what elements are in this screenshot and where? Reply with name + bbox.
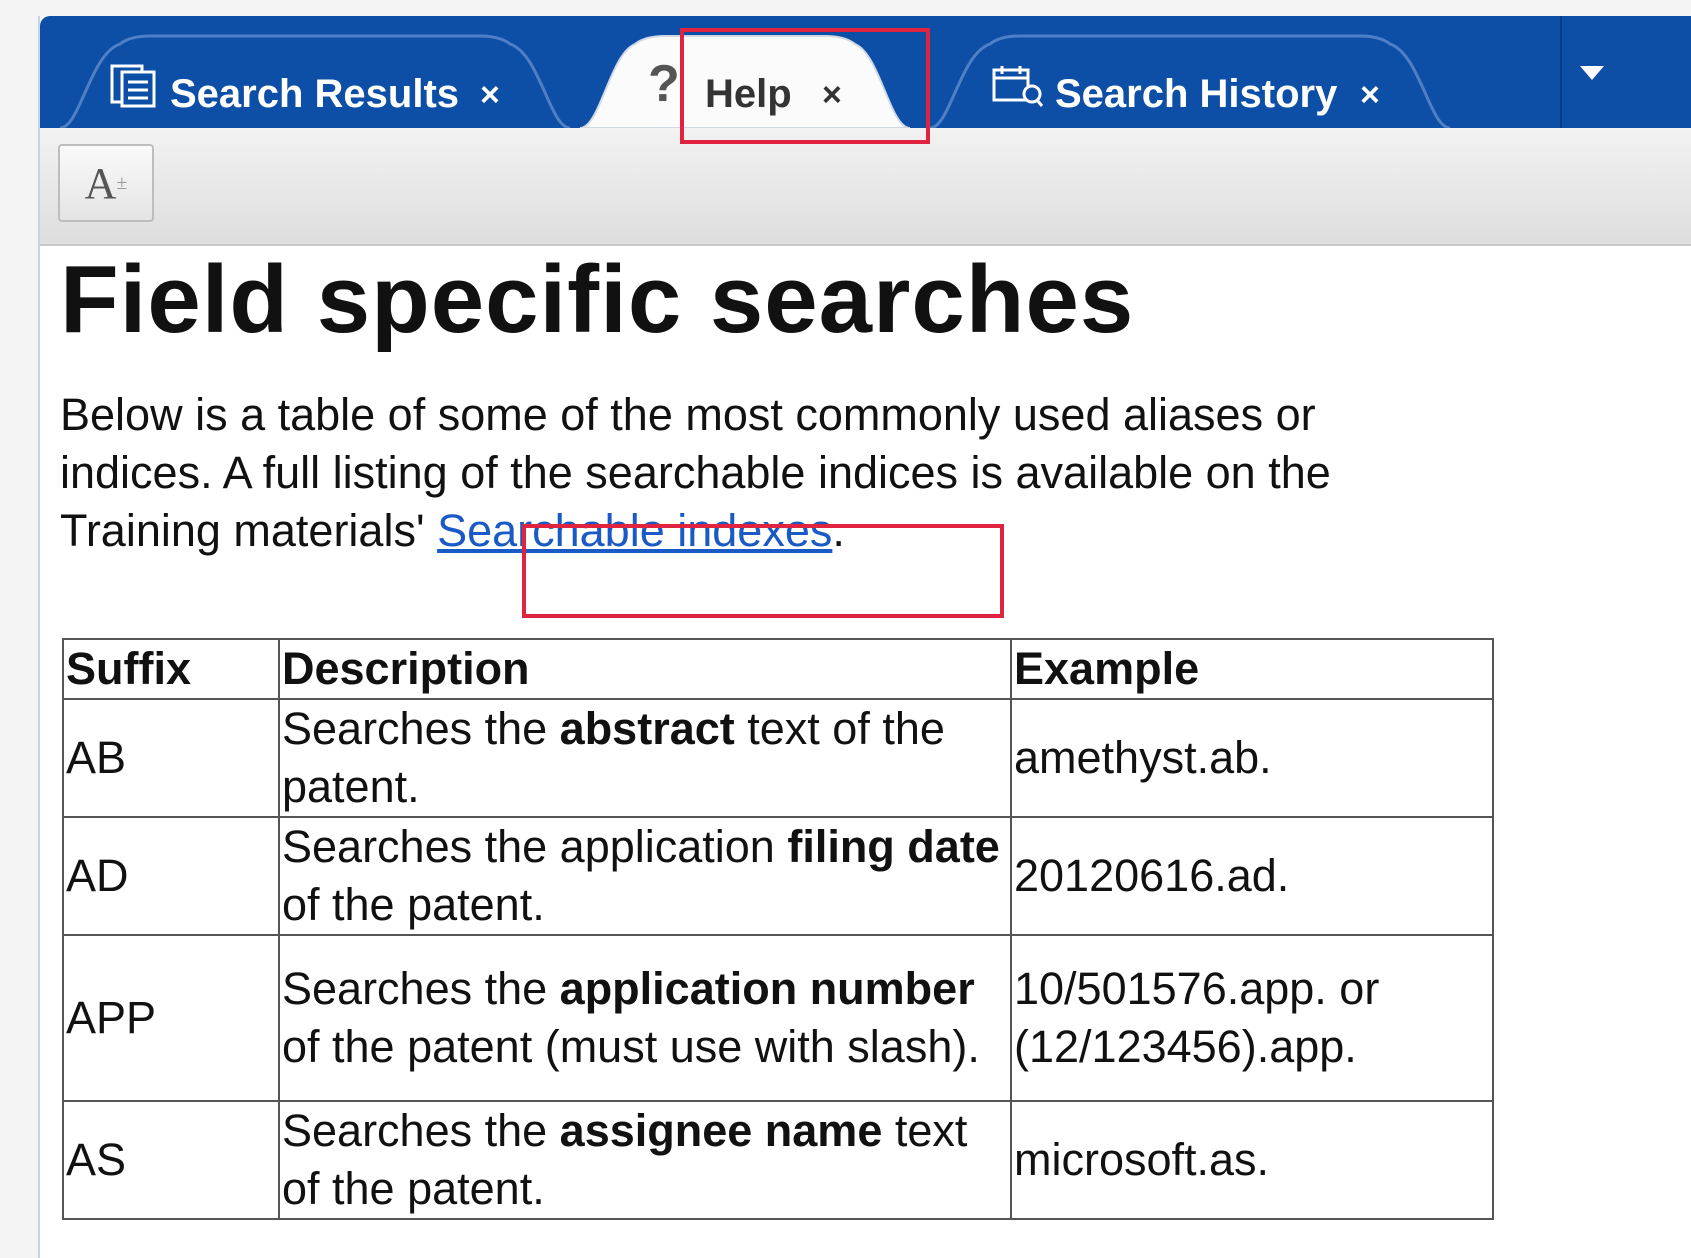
font-size-button[interactable]: A ± bbox=[58, 144, 154, 222]
tab-separator bbox=[1560, 16, 1562, 128]
tab-search-history[interactable]: Search History × bbox=[930, 34, 1450, 128]
description-cell: Searches the assignee name text of the p… bbox=[278, 1100, 1012, 1220]
table-header-row: Suffix Description Example bbox=[62, 638, 1494, 700]
intro-line-3: Training materials' bbox=[60, 505, 425, 556]
tab-label: Search Results bbox=[170, 72, 460, 116]
example-cell: 20120616.ad. bbox=[1010, 816, 1494, 936]
example-cell: 10/501576.app. or (12/123456).app. bbox=[1010, 934, 1494, 1102]
suffix-cell: APP bbox=[62, 934, 280, 1102]
aliases-table: Suffix Description Example AB Searches t… bbox=[62, 638, 1494, 1220]
tab-label: Search History bbox=[1055, 72, 1338, 116]
link-highlight bbox=[522, 524, 1004, 618]
suffix-cell: AS bbox=[62, 1100, 280, 1220]
description-cell: Searches the abstract text of the patent… bbox=[278, 698, 1012, 818]
tab-menu-chevron-down-icon[interactable] bbox=[1580, 66, 1604, 80]
suffix-cell: AD bbox=[62, 816, 280, 936]
help-tab-highlight bbox=[680, 28, 930, 144]
column-header: Description bbox=[278, 638, 1012, 700]
desc-bold: assignee name bbox=[559, 1105, 883, 1156]
search-history-icon bbox=[992, 66, 1044, 107]
table-row: AB Searches the abstract text of the pat… bbox=[62, 698, 1494, 818]
page-title: Field specific searches bbox=[60, 246, 1135, 353]
font-size-icon: A bbox=[84, 158, 117, 208]
search-results-icon bbox=[110, 64, 156, 108]
desc-text: Searches the bbox=[282, 1105, 560, 1156]
table-row: AD Searches the application filing date … bbox=[62, 816, 1494, 936]
suffix-cell: AB bbox=[62, 698, 280, 818]
intro-line-1: Below is a table of some of the most com… bbox=[60, 389, 1316, 440]
description-cell: Searches the application number of the p… bbox=[278, 934, 1012, 1102]
column-header: Suffix bbox=[62, 638, 280, 700]
desc-text: of the patent (must use with slash). bbox=[282, 1021, 980, 1072]
desc-text: of the patent. bbox=[282, 879, 545, 930]
table-row: AS Searches the assignee name text of th… bbox=[62, 1100, 1494, 1220]
desc-text: Searches the application bbox=[282, 821, 788, 872]
desc-bold: application number bbox=[559, 963, 975, 1014]
help-content: Field specific searches Below is a table… bbox=[60, 240, 1620, 560]
toolbar: A ± bbox=[40, 128, 1691, 246]
example-cell: amethyst.ab. bbox=[1010, 698, 1494, 818]
desc-text: Searches the bbox=[282, 703, 560, 754]
desc-bold: abstract bbox=[559, 703, 735, 754]
example-cell: microsoft.as. bbox=[1010, 1100, 1494, 1220]
desc-text: Searches the bbox=[282, 963, 560, 1014]
close-icon[interactable]: × bbox=[1360, 78, 1380, 112]
column-header: Example bbox=[1010, 638, 1494, 700]
help-icon: ? bbox=[648, 55, 680, 113]
close-icon[interactable]: × bbox=[480, 78, 500, 112]
desc-bold: filing date bbox=[787, 821, 1000, 872]
intro-line-2: indices. A full listing of the searchabl… bbox=[60, 447, 1331, 498]
table-row: APP Searches the application number of t… bbox=[62, 934, 1494, 1102]
description-cell: Searches the application filing date of … bbox=[278, 816, 1012, 936]
tab-search-results[interactable]: Search Results × bbox=[60, 34, 570, 128]
font-size-icon-sup: ± bbox=[116, 171, 128, 194]
